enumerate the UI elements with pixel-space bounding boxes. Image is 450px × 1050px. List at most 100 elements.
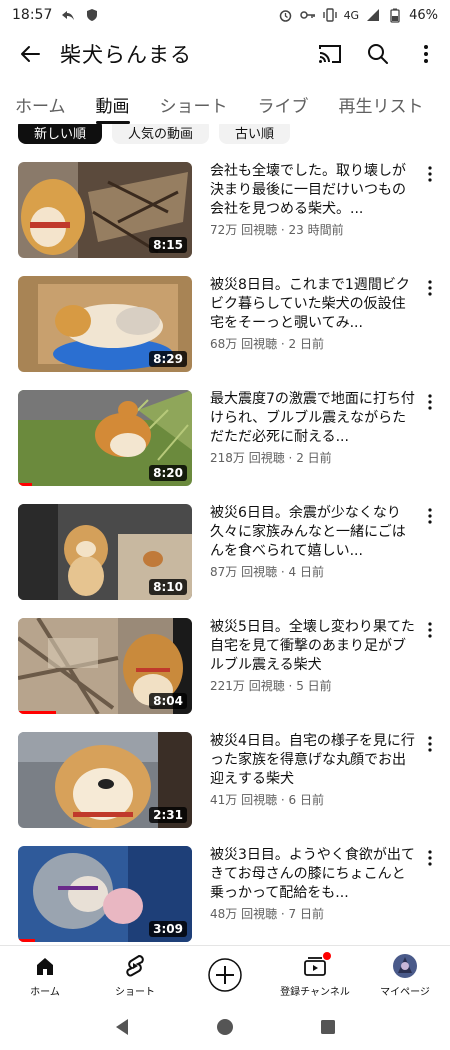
- video-duration: 8:15: [149, 237, 187, 253]
- video-age: 2 日前: [288, 337, 324, 351]
- video-more-button[interactable]: [422, 394, 438, 418]
- tab-videos[interactable]: 動画: [81, 84, 145, 124]
- video-age: 6 日前: [288, 793, 324, 807]
- video-more-button[interactable]: [422, 166, 438, 190]
- vibrate-icon: [322, 7, 338, 23]
- nav-home-label: ホーム: [30, 986, 60, 998]
- video-views: 72万 回視聴: [210, 223, 278, 237]
- video-meta: 221万 回視聴 · 5 日前: [210, 679, 332, 693]
- shorts-icon: [121, 952, 149, 980]
- video-title[interactable]: 最大震度7の激震で地面に打ち付けられ、ブルブル震えながらただただ必死に耐える..…: [210, 390, 415, 447]
- video-more-button[interactable]: [422, 850, 438, 874]
- nav-subscriptions[interactable]: 登録チャンネル: [270, 946, 360, 1003]
- nav-shorts-label: ショート: [115, 986, 155, 998]
- bottom-navigation: ホーム ショート 登録チャンネル マイページ: [0, 945, 450, 1003]
- signal-icon: [365, 7, 381, 23]
- system-navigation-bar: [0, 1003, 450, 1050]
- status-time: 18:57: [12, 7, 53, 23]
- video-more-button[interactable]: [422, 280, 438, 304]
- video-item[interactable]: 2:31 被災4日目。自宅の様子を見に行った家族を得意げな丸顔でお出迎えする柴犬…: [0, 718, 450, 832]
- video-title[interactable]: 被災3日目。ようやく食欲が出てきてお母さんの膝にちょこんと乗っかって配給をも..…: [210, 846, 415, 903]
- nav-home[interactable]: ホーム: [0, 946, 90, 1003]
- video-age: 23 時間前: [288, 223, 344, 237]
- nav-mypage[interactable]: マイページ: [360, 946, 450, 1003]
- video-age: 7 日前: [288, 907, 324, 921]
- search-button[interactable]: [354, 30, 402, 78]
- video-meta: 48万 回視聴 · 7 日前: [210, 907, 324, 921]
- channel-tabs: ホーム 動画 ショート ライブ 再生リスト: [0, 84, 450, 124]
- back-arrow-icon: [21, 46, 40, 62]
- video-duration: 8:10: [149, 579, 187, 595]
- video-views: 68万 回視聴: [210, 337, 278, 351]
- video-views: 218万 回視聴: [210, 451, 285, 465]
- overflow-menu-button[interactable]: [402, 30, 450, 78]
- back-button[interactable]: [0, 30, 60, 78]
- video-duration: 8:04: [149, 693, 187, 709]
- tab-home[interactable]: ホーム: [0, 84, 81, 124]
- more-vertical-icon: [428, 166, 432, 182]
- video-duration: 3:09: [149, 921, 187, 937]
- video-age: 5 日前: [296, 679, 332, 693]
- system-recents-button[interactable]: [318, 1017, 338, 1037]
- video-item[interactable]: 8:10 被災6日目。余震が少なくなり久々に家族みんなと一緒にごはんを食べられて…: [0, 490, 450, 604]
- video-thumbnail[interactable]: 8:20: [18, 390, 192, 486]
- video-age: 4 日前: [288, 565, 324, 579]
- video-views: 87万 回視聴: [210, 565, 278, 579]
- video-item[interactable]: 8:20 最大震度7の激震で地面に打ち付けられ、ブルブル震えながらただただ必死に…: [0, 376, 450, 490]
- video-duration: 8:29: [149, 351, 187, 367]
- video-meta: 87万 回視聴 · 4 日前: [210, 565, 324, 579]
- video-title[interactable]: 会社も全壊でした。取り壊しが決まり最後に一目だけいつもの会社を見つめる柴犬。..…: [210, 162, 415, 219]
- video-title[interactable]: 被災8日目。これまで1週間ビクビク暮らしていた柴犬の仮設住宅をそーっと覗いてみ.…: [210, 276, 415, 333]
- video-more-button[interactable]: [422, 736, 438, 760]
- video-item[interactable]: 8:04 被災5日目。全壊し変わり果てた自宅を見て衝撃のあまり足がブルブル震える…: [0, 604, 450, 718]
- video-list: 8:15 会社も全壊でした。取り壊しが決まり最後に一目だけいつもの会社を見つめる…: [0, 148, 450, 946]
- tab-shorts[interactable]: ショート: [145, 84, 243, 124]
- nav-shorts[interactable]: ショート: [90, 946, 180, 1003]
- watch-progress: [18, 483, 32, 486]
- video-item[interactable]: 8:15 会社も全壊でした。取り壊しが決まり最後に一目だけいつもの会社を見つめる…: [0, 148, 450, 262]
- search-icon: [368, 44, 388, 64]
- video-thumbnail[interactable]: 2:31: [18, 732, 192, 828]
- status-bar: 18:57 4G 46%: [0, 0, 450, 30]
- cast-icon: [319, 45, 341, 63]
- video-thumbnail[interactable]: 8:15: [18, 162, 192, 258]
- video-duration: 2:31: [149, 807, 187, 823]
- video-thumbnail[interactable]: 3:09: [18, 846, 192, 942]
- tab-playlists[interactable]: 再生リスト: [324, 84, 439, 124]
- watch-progress: [18, 711, 57, 714]
- key-icon: [299, 7, 316, 23]
- video-more-button[interactable]: [422, 508, 438, 532]
- video-duration: 8:20: [149, 465, 187, 481]
- watch-progress: [18, 939, 36, 942]
- avatar-icon: [391, 952, 419, 980]
- system-home-button[interactable]: [215, 1017, 235, 1037]
- video-item[interactable]: 3:09 被災3日目。ようやく食欲が出てきてお母さんの膝にちょこんと乗っかって配…: [0, 832, 450, 946]
- square-recents-icon: [321, 1019, 336, 1034]
- video-thumbnail[interactable]: 8:10: [18, 504, 192, 600]
- video-title[interactable]: 被災6日目。余震が少なくなり久々に家族みんなと一緒にごはんを食べられて嬉しい..…: [210, 504, 415, 561]
- video-age: 2 日前: [296, 451, 332, 465]
- more-vertical-icon: [428, 280, 432, 296]
- network-type: 4G: [343, 8, 360, 22]
- more-vertical-icon: [424, 45, 428, 63]
- app-bar: 柴犬らんまる: [0, 30, 450, 78]
- video-views: 41万 回視聴: [210, 793, 278, 807]
- video-title[interactable]: 被災4日目。自宅の様子を見に行った家族を得意げな丸顔でお出迎えする柴犬: [210, 732, 415, 789]
- nav-create[interactable]: [180, 946, 270, 1003]
- video-more-button[interactable]: [422, 622, 438, 646]
- video-views: 221万 回視聴: [210, 679, 285, 693]
- video-views: 48万 回視聴: [210, 907, 278, 921]
- tab-live[interactable]: ライブ: [243, 84, 324, 124]
- battery-level: 46%: [409, 7, 438, 23]
- video-title[interactable]: 被災5日目。全壊し変わり果てた自宅を見て衝撃のあまり足がブルブル震える柴犬: [210, 618, 415, 675]
- system-back-button[interactable]: [112, 1017, 132, 1037]
- alarm-icon: [278, 7, 294, 23]
- reply-arrow-icon: [60, 7, 76, 23]
- more-vertical-icon: [428, 622, 432, 638]
- video-thumbnail[interactable]: 8:29: [18, 276, 192, 372]
- video-thumbnail[interactable]: 8:04: [18, 618, 192, 714]
- video-item[interactable]: 8:29 被災8日目。これまで1週間ビクビク暮らしていた柴犬の仮設住宅をそーっと…: [0, 262, 450, 376]
- home-icon: [31, 952, 59, 980]
- more-vertical-icon: [428, 394, 432, 410]
- cast-button[interactable]: [306, 30, 354, 78]
